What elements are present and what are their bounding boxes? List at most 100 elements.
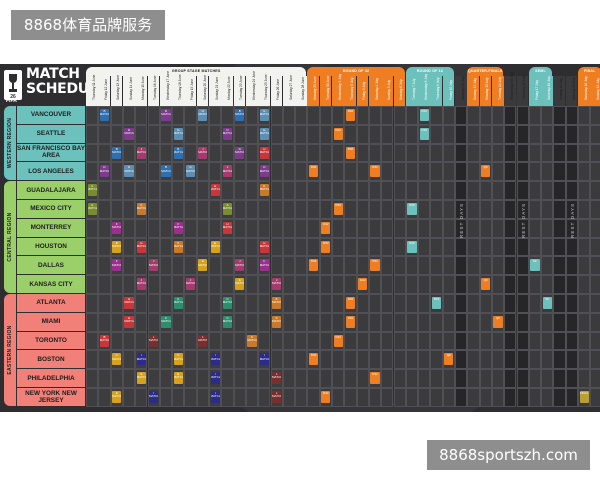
match-tile[interactable]: QF <box>481 278 491 291</box>
match-tile[interactable]: F MATCH <box>259 259 269 272</box>
match-tile[interactable]: R32 <box>321 240 331 253</box>
match-tile[interactable]: I MATCH <box>210 391 220 403</box>
match-tile[interactable]: R32 <box>308 353 319 366</box>
match-tile[interactable]: C MATCH <box>173 297 183 309</box>
match-tile[interactable]: R16 <box>407 240 417 253</box>
match-tile[interactable]: R16 <box>431 297 442 309</box>
match-tile[interactable]: R32 <box>370 259 380 272</box>
match-tile[interactable]: J MATCH <box>222 165 233 178</box>
match-tile[interactable]: I MATCH <box>259 353 269 366</box>
schedule-cell <box>147 181 160 200</box>
match-tile[interactable]: R32 <box>345 297 356 309</box>
match-tile[interactable]: R32 <box>333 334 343 347</box>
match-tile[interactable]: H MATCH <box>259 146 269 159</box>
match-tile[interactable]: G MATCH <box>185 165 196 178</box>
match-tile[interactable]: E MATCH <box>173 372 183 385</box>
match-tile[interactable]: D MATCH <box>235 146 245 159</box>
match-tile[interactable]: F MATCH <box>112 221 122 234</box>
match-tile[interactable]: L MATCH <box>198 334 208 347</box>
match-tile[interactable]: D MATCH <box>161 109 171 121</box>
match-tile[interactable]: H MATCH <box>124 315 134 328</box>
match-tile[interactable]: A MATCH <box>87 203 97 215</box>
match-tile[interactable]: J MATCH <box>272 278 282 291</box>
match-tile[interactable]: G MATCH <box>259 109 269 121</box>
match-tile[interactable]: B MATCH <box>99 334 110 347</box>
match-tile[interactable]: R32 <box>333 203 343 215</box>
match-tile[interactable]: K MATCH <box>173 240 183 253</box>
match-tile[interactable]: G MATCH <box>124 165 134 178</box>
match-tile[interactable]: FINAL <box>579 391 589 403</box>
match-tile[interactable]: K MATCH <box>272 297 282 309</box>
match-tile[interactable]: F MATCH <box>173 221 183 234</box>
match-tile[interactable]: B MATCH <box>112 146 122 159</box>
match-tile[interactable]: G MATCH <box>173 127 183 140</box>
match-tile[interactable]: R32 <box>333 127 343 140</box>
match-tile[interactable]: R32 <box>345 146 356 159</box>
match-tile[interactable]: I MATCH <box>210 372 220 385</box>
match-tile[interactable]: G MATCH <box>259 127 269 140</box>
match-tile[interactable]: A MATCH <box>87 184 97 197</box>
match-tile[interactable]: F MATCH <box>112 259 122 272</box>
match-tile[interactable]: B MATCH <box>173 146 183 159</box>
match-tile[interactable]: K MATCH <box>247 334 257 347</box>
match-tile[interactable]: K MATCH <box>136 203 146 215</box>
match-tile[interactable]: B MATCH <box>161 165 171 178</box>
match-tile[interactable]: R32 <box>321 391 331 403</box>
match-tile[interactable]: B MATCH <box>99 109 110 121</box>
match-tile[interactable]: J MATCH <box>136 278 146 291</box>
match-tile[interactable]: L MATCH <box>272 391 282 403</box>
schedule-cell <box>516 331 529 351</box>
match-tile[interactable]: J MATCH <box>149 259 159 272</box>
match-tile[interactable]: R32 <box>308 165 319 178</box>
match-tile[interactable]: H MATCH <box>222 221 233 234</box>
match-tile[interactable]: R32 <box>370 165 380 178</box>
match-tile[interactable]: L MATCH <box>149 334 159 347</box>
match-tile[interactable]: D MATCH <box>259 165 269 178</box>
match-tile[interactable]: G MATCH <box>198 109 208 121</box>
match-tile[interactable]: C MATCH <box>112 353 122 366</box>
match-tile[interactable]: E MATCH <box>112 240 122 253</box>
match-tile[interactable]: H MATCH <box>124 297 134 309</box>
match-tile[interactable]: H MATCH <box>259 240 269 253</box>
match-tile[interactable]: C MATCH <box>222 315 233 328</box>
match-tile[interactable]: J MATCH <box>235 259 245 272</box>
match-tile[interactable]: D MATCH <box>99 165 110 178</box>
match-tile[interactable]: SF <box>542 297 552 309</box>
match-tile[interactable]: H MATCH <box>210 184 220 197</box>
match-tile[interactable]: R16 <box>407 203 417 215</box>
match-tile[interactable]: R16 <box>419 127 429 140</box>
match-tile[interactable]: L MATCH <box>272 372 282 385</box>
match-tile[interactable]: E MATCH <box>198 259 208 272</box>
match-tile[interactable]: R16 <box>419 109 429 121</box>
match-tile[interactable]: R32 <box>345 109 356 121</box>
match-tile[interactable]: I MATCH <box>210 353 220 366</box>
match-tile[interactable]: C MATCH <box>222 297 233 309</box>
match-tile[interactable]: QF <box>444 353 454 366</box>
match-tile[interactable]: D MATCH <box>222 127 233 140</box>
match-tile[interactable]: J MATCH <box>136 146 146 159</box>
match-tile[interactable]: K MATCH <box>259 184 269 197</box>
match-tile[interactable]: SF <box>530 259 540 272</box>
match-tile[interactable]: J MATCH <box>198 146 208 159</box>
match-tile[interactable]: R32 <box>308 259 319 272</box>
match-tile[interactable]: D MATCH <box>124 127 134 140</box>
match-tile[interactable]: E MATCH <box>136 372 146 385</box>
match-tile[interactable]: I MATCH <box>136 353 146 366</box>
match-tile[interactable]: J MATCH <box>185 278 196 291</box>
match-tile[interactable]: I MATCH <box>149 391 159 403</box>
match-tile[interactable]: R32 <box>358 278 368 291</box>
match-tile[interactable]: C MATCH <box>173 353 183 366</box>
match-tile[interactable]: QF <box>493 315 503 328</box>
match-tile[interactable]: B MATCH <box>235 109 245 121</box>
match-tile[interactable]: R32 <box>345 315 356 328</box>
match-tile[interactable]: E MATCH <box>210 240 220 253</box>
match-tile[interactable]: H MATCH <box>136 240 146 253</box>
match-tile[interactable]: C MATCH <box>161 315 171 328</box>
match-tile[interactable]: E MATCH <box>235 278 245 291</box>
match-tile[interactable]: E MATCH <box>112 391 122 403</box>
match-tile[interactable]: QF <box>481 165 491 178</box>
match-tile[interactable]: A MATCH <box>222 203 233 215</box>
match-tile[interactable]: R32 <box>370 372 380 385</box>
match-tile[interactable]: K MATCH <box>272 315 282 328</box>
match-tile[interactable]: R32 <box>321 221 331 234</box>
